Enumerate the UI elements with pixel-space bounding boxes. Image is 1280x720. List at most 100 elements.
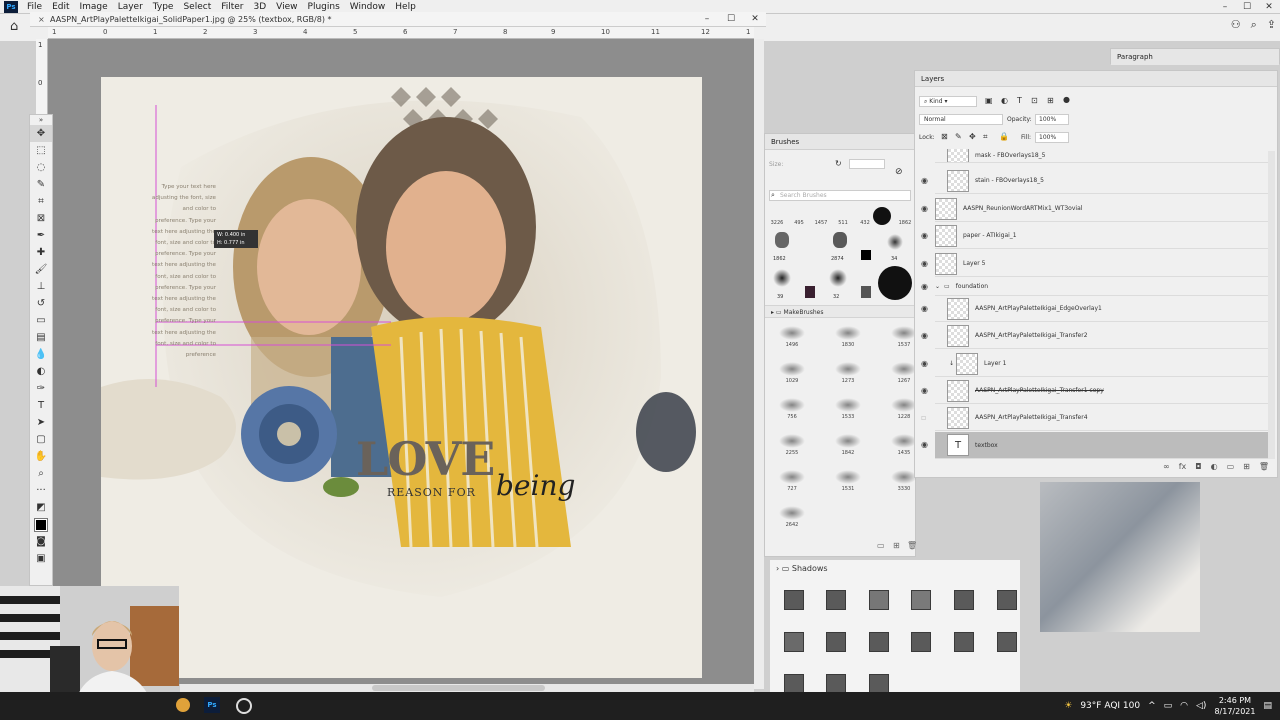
reference-image[interactable] <box>1040 482 1200 632</box>
new-group-icon[interactable]: ▭ <box>1227 462 1235 471</box>
layer-row[interactable]: ◉ stain - FBOverlays18_5 <box>921 168 1271 194</box>
brush-preset-round[interactable] <box>873 207 891 225</box>
notifications-icon[interactable]: ▤ <box>1263 701 1272 711</box>
brush-preview[interactable] <box>775 232 789 248</box>
vertical-scrollbar[interactable] <box>754 39 764 689</box>
lock-position-icon[interactable]: ✥ <box>969 132 976 141</box>
visibility-eye-icon[interactable]: ◉ <box>921 259 928 268</box>
menu-file[interactable]: File <box>22 2 47 12</box>
shadow-swatch[interactable] <box>869 632 889 652</box>
wifi-icon[interactable]: ◠ <box>1180 701 1188 711</box>
brush-tip[interactable]: 1842 <box>831 432 865 462</box>
foreground-color-swatch[interactable] <box>30 516 52 533</box>
paragraph-tab[interactable]: Paragraph <box>1111 49 1279 65</box>
eyedropper-tool-icon[interactable]: ✒ <box>30 227 52 244</box>
history-brush-tool-icon[interactable]: ↺ <box>30 295 52 312</box>
brush-search-input[interactable]: Search Brushes <box>769 190 911 201</box>
add-mask-icon[interactable]: ◘ <box>1195 462 1201 471</box>
menu-filter[interactable]: Filter <box>216 2 248 12</box>
doc-close-button[interactable]: ✕ <box>743 12 767 27</box>
menu-layer[interactable]: Layer <box>113 2 148 12</box>
brush-tool-icon[interactable]: 🖌 <box>30 261 52 278</box>
quick-select-tool-icon[interactable]: ✎ <box>30 176 52 193</box>
reset-icon[interactable]: ↻ <box>835 159 842 168</box>
photoshop-taskbar-icon[interactable]: Ps <box>204 697 220 713</box>
visibility-eye-icon[interactable]: ◉ <box>921 359 928 368</box>
weather-text[interactable]: 93°F AQI 100 <box>1080 701 1140 711</box>
menu-help[interactable]: Help <box>390 2 421 12</box>
size-input[interactable] <box>849 159 885 169</box>
menu-edit[interactable]: Edit <box>47 2 74 12</box>
layer-row[interactable]: ◉ Layer 5 <box>921 251 1271 277</box>
visibility-eye-icon[interactable]: ◉ <box>921 282 928 291</box>
link-layers-icon[interactable]: ∞ <box>1163 462 1170 471</box>
delete-layer-icon[interactable]: 🗑 <box>1259 462 1269 471</box>
brush-preset[interactable]: 1457 <box>811 206 831 226</box>
more-tools-icon[interactable]: ··· <box>30 482 52 499</box>
shadow-swatch[interactable] <box>784 590 804 610</box>
layer-row[interactable]: ◉ ↓ Layer 1 <box>921 351 1271 377</box>
shadow-swatch[interactable] <box>997 590 1017 610</box>
layers-scrollbar[interactable] <box>1268 151 1275 459</box>
shadow-swatch[interactable] <box>826 674 846 694</box>
adjustment-layer-icon[interactable]: ◐ <box>1211 462 1218 471</box>
browser-app-icon[interactable] <box>176 698 190 712</box>
hand-tool-icon[interactable]: ✋ <box>30 448 52 465</box>
brush-tip[interactable]: 727 <box>775 468 809 498</box>
brush-preset[interactable]: 432 <box>855 206 875 226</box>
brush-tip[interactable]: 1496 <box>775 324 809 354</box>
brush-preset[interactable]: 1862 <box>895 206 915 226</box>
shadows-group[interactable]: › ▭ Shadows <box>776 564 828 573</box>
brush-tip[interactable]: 1029 <box>775 360 809 390</box>
brush-swatch[interactable] <box>861 250 871 260</box>
marquee-tool-icon[interactable]: ⬚ <box>30 142 52 159</box>
gradient-tool-icon[interactable]: ▤ <box>30 329 52 346</box>
brush-tip[interactable]: 2642 <box>775 504 809 534</box>
brush-preset[interactable]: 511 <box>833 206 853 226</box>
visibility-eye-icon[interactable]: ◉ <box>921 440 928 449</box>
discover-icon[interactable]: ⚇ <box>1231 18 1241 32</box>
brush-tip[interactable]: 1533 <box>831 396 865 426</box>
close-button[interactable]: ✕ <box>1258 0 1280 14</box>
brush-preset[interactable]: 3226 <box>767 206 787 226</box>
shadow-swatch[interactable] <box>954 590 974 610</box>
shadow-swatch[interactable] <box>869 674 889 694</box>
eraser-tool-icon[interactable]: ▭ <box>30 312 52 329</box>
brush-preset[interactable]: 495 <box>789 206 809 226</box>
layer-row[interactable]: ▫ AASPN_ArtPlayPaletteIkigai_Transfer4 <box>921 405 1271 431</box>
shape-filter-icon[interactable]: ⊡ <box>1031 96 1038 105</box>
opacity-input[interactable]: 100% <box>1035 114 1069 125</box>
type-filter-icon[interactable]: T <box>1017 96 1022 105</box>
maximize-button[interactable]: ☐ <box>1236 0 1258 14</box>
brush-tip[interactable]: 1273 <box>831 360 865 390</box>
smart-object-filter-icon[interactable]: ⊞ <box>1047 96 1054 105</box>
visibility-eye-icon[interactable]: ◉ <box>921 386 928 395</box>
adjustment-filter-icon[interactable]: ◐ <box>1001 96 1008 105</box>
brush-preview[interactable] <box>773 269 791 287</box>
brush-group-makebrushes[interactable]: ▸ ▭ MakeBrushes <box>765 305 917 318</box>
artboard[interactable]: Type your text here adjusting the font, … <box>101 77 702 678</box>
brush-tip[interactable]: 2255 <box>775 432 809 462</box>
brush-tip[interactable]: 756 <box>775 396 809 426</box>
path-select-tool-icon[interactable]: ➤ <box>30 414 52 431</box>
close-tab-icon[interactable]: × <box>38 12 45 27</box>
brush-preview[interactable] <box>887 234 903 250</box>
layer-row[interactable]: ◉ paper - ATIkigai_1 <box>921 223 1271 249</box>
pixel-filter-icon[interactable]: ▣ <box>985 96 993 105</box>
move-tool-icon[interactable]: ✥ <box>30 125 52 142</box>
lock-pixels-icon[interactable]: ✎ <box>955 132 962 141</box>
visibility-eye-icon[interactable]: ◉ <box>921 231 928 240</box>
layer-row[interactable]: ◉ AASPN_ArtPlayPaletteIkigai_EdgeOverlay1 <box>921 296 1271 322</box>
shadow-swatch[interactable] <box>911 632 931 652</box>
shadow-swatch[interactable] <box>826 632 846 652</box>
network-icon[interactable]: ▭ <box>1164 701 1173 711</box>
healing-brush-tool-icon[interactable]: ✚ <box>30 244 52 261</box>
shadow-swatch[interactable] <box>784 632 804 652</box>
fx-icon[interactable]: fx <box>1179 462 1187 471</box>
layer-row[interactable]: ◉ AASPN_ArtPlayPaletteIkigai_Transfer1 co… <box>921 378 1271 404</box>
menu-select[interactable]: Select <box>178 2 216 12</box>
shadow-swatch[interactable] <box>954 632 974 652</box>
new-brush-icon[interactable]: ⊞ <box>893 541 900 550</box>
panel-collapse-icon[interactable]: » <box>30 115 52 125</box>
stamp-tool-icon[interactable]: ⊥ <box>30 278 52 295</box>
